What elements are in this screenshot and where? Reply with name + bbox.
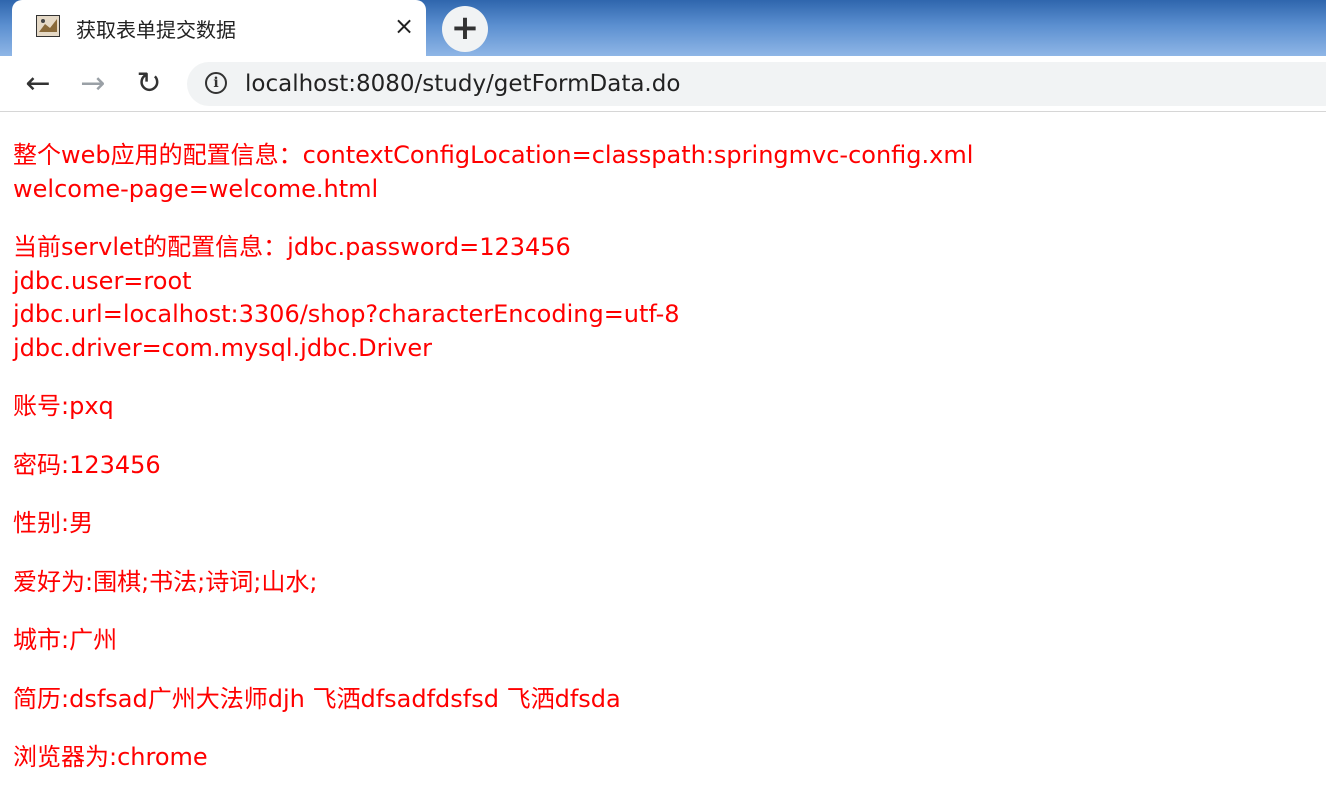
page-favicon-icon [36,15,60,37]
browser-info-line: 浏览器为:chrome [13,743,208,771]
servlet-user-line: jdbc.user=root [13,266,192,295]
servlet-config-line: 当前servlet的配置信息：jdbc.password=123456 [13,233,571,261]
browser-toolbar: ← → ↻ i localhost:8080/study/getFormData… [0,56,1326,112]
servlet-url-line: jdbc.url=localhost:3306/shop?characterEn… [13,300,680,328]
forward-button[interactable]: → [75,66,111,102]
servlet-driver-line: jdbc.driver=com.mysql.jdbc.Driver [13,333,432,362]
new-tab-button[interactable]: + [442,6,488,52]
context-config-block: 整个web应用的配置信息：contextConfigLocation=class… [13,139,1313,206]
context-welcome-line: welcome-page=welcome.html [13,174,379,203]
servlet-config-block: 当前servlet的配置信息：jdbc.password=123456 jdbc… [13,231,1313,365]
tab-strip: 获取表单提交数据 × + [0,0,1326,56]
city-line: 城市:广州 [13,626,118,654]
active-tab[interactable]: 获取表单提交数据 × [12,0,426,56]
resume-line: 简历:dsfsad广州大法师djh 飞洒dfsadfdsfsd 飞洒dfsda [13,684,621,713]
back-button[interactable]: ← [20,66,56,102]
hobbies-line: 爱好为:围棋;书法;诗词;山水; [13,567,318,596]
reload-button[interactable]: ↻ [131,66,167,102]
account-line: 账号:pxq [13,392,114,420]
tab-title: 获取表单提交数据 [76,18,236,42]
site-info-icon[interactable]: i [205,72,227,94]
gender-line: 性别:男 [13,509,94,537]
address-bar[interactable]: i localhost:8080/study/getFormData.do [187,62,1326,106]
page-content: 整个web应用的配置信息：contextConfigLocation=class… [13,139,1313,800]
context-config-line: 整个web应用的配置信息：contextConfigLocation=class… [13,141,974,169]
password-line: 密码:123456 [13,450,161,479]
close-icon[interactable]: × [392,14,416,38]
url-text[interactable]: localhost:8080/study/getFormData.do [245,71,680,97]
